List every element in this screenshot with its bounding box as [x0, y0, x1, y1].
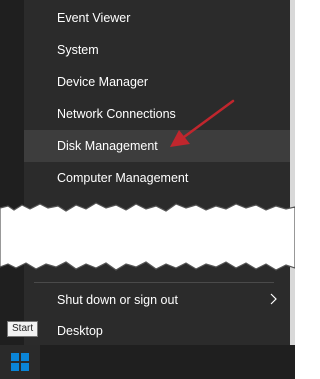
menu-item-device-manager[interactable]: Device Manager — [24, 66, 290, 98]
screenshot: Event Viewer System Device Manager Netwo… — [0, 0, 295, 379]
menu-item-system[interactable]: System — [24, 34, 290, 66]
menu-item-disk-management[interactable]: Disk Management — [24, 130, 290, 162]
menu-item-label: Desktop — [57, 324, 103, 338]
menu-item-label: System — [57, 43, 99, 57]
menu-item-desktop[interactable]: Desktop — [24, 315, 290, 347]
menu-item-label: Network Connections — [57, 107, 176, 121]
start-button[interactable] — [0, 345, 40, 379]
menu-item-network-connections[interactable]: Network Connections — [24, 98, 290, 130]
menu-item-label: Disk Management — [57, 139, 158, 153]
chevron-right-icon — [270, 293, 277, 305]
taskbar — [0, 345, 295, 379]
menu-item-label: Shut down or sign out — [57, 293, 178, 307]
windows-logo-icon — [11, 353, 29, 371]
menu-item-event-viewer[interactable]: Event Viewer — [24, 2, 290, 34]
start-tooltip: Start — [7, 321, 39, 337]
menu-separator — [34, 282, 274, 283]
menu-item-label: Device Manager — [57, 75, 149, 89]
menu-item-label: Computer Management — [57, 171, 189, 185]
menu-item-shut-down[interactable]: Shut down or sign out — [24, 284, 290, 316]
torn-paper-effect — [0, 202, 295, 271]
menu-item-label: Event Viewer — [57, 11, 131, 25]
